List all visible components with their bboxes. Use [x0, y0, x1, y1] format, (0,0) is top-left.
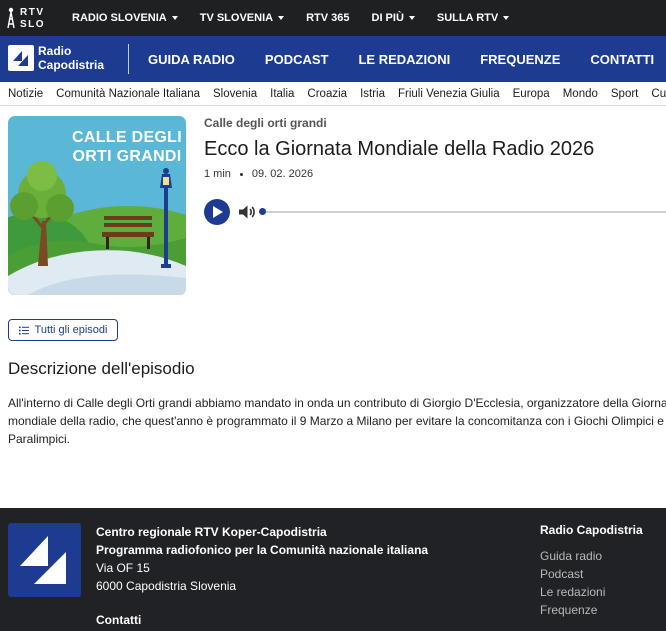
category-item[interactable]: Friuli Venezia Giulia	[398, 88, 500, 100]
progress-handle[interactable]	[259, 208, 266, 215]
category-item[interactable]: Cultura	[651, 88, 666, 100]
list-icon	[18, 326, 29, 334]
antenna-icon	[7, 7, 15, 29]
footer-link-le-redazioni[interactable]: Le redazioni	[540, 583, 643, 601]
progress-track[interactable]	[262, 211, 666, 213]
footer-links-column: Radio Capodistria Guida radio Podcast Le…	[540, 523, 643, 619]
nav-frequenze[interactable]: FREQUENZE	[480, 52, 560, 67]
brand-line-2: Capodistria	[38, 58, 105, 72]
volume-icon[interactable]	[238, 204, 256, 220]
footer-street: Via OF 15	[96, 561, 150, 575]
category-item[interactable]: Croazia	[307, 88, 347, 100]
topnav-label: RADIO SLOVENIA	[72, 12, 167, 24]
nav-contatti[interactable]: CONTATTI	[590, 52, 654, 67]
logo-shape-icon	[20, 536, 66, 584]
nav-le-redazioni[interactable]: LE REDAZIONI	[358, 52, 450, 67]
footer-link-frequenze[interactable]: Frequenze	[540, 601, 643, 619]
brand-name[interactable]: Radio Capodistria	[38, 44, 104, 72]
radio-capodistria-logo-icon[interactable]	[8, 45, 34, 71]
all-episodes-label: Tutti gli episodi	[34, 324, 108, 336]
logo-line-1: RTV	[20, 7, 45, 18]
top-bar: RTV SLO RADIO SLOVENIA TV SLOVENIA RTV 3…	[0, 0, 666, 36]
topnav-rtv365[interactable]: RTV 365	[306, 12, 349, 24]
topnav-label: SULLA RTV	[436, 12, 499, 24]
episode-date: 09. 02. 2026	[251, 168, 314, 180]
episode-duration: 1 min	[204, 168, 231, 180]
chevron-down-icon	[503, 16, 510, 20]
topnav-tv-slovenia[interactable]: TV SLOVENIA	[199, 12, 285, 24]
episode-title: Ecco la Giornata Mondiale della Radio 20…	[204, 138, 595, 160]
show-name-link[interactable]: Calle degli orti grandi	[204, 116, 327, 130]
category-item[interactable]: Comunità Nazionale Italiana	[56, 88, 200, 100]
topnav-label: DI PIÙ	[371, 12, 404, 24]
chevron-down-icon	[171, 16, 178, 20]
radio-header: Radio Capodistria GUIDA RADIO PODCAST LE…	[0, 36, 666, 82]
podcast-cover-image: CALLE DEGLI ORTI GRANDI	[8, 116, 186, 295]
description-heading: Descrizione dell'episodio	[8, 359, 195, 378]
category-item[interactable]: Slovenia	[213, 88, 257, 100]
footer: Centro regionale RTV Koper-Capodistria P…	[0, 508, 666, 631]
chevron-down-icon	[408, 16, 415, 20]
footer-city: 6000 Capodistria Slovenia	[96, 579, 237, 593]
footer-column-title: Radio Capodistria	[540, 523, 643, 537]
category-item[interactable]: Sport	[611, 88, 639, 100]
rtv-slo-logo[interactable]: RTV SLO	[6, 5, 46, 31]
topnav-radio-slovenia[interactable]: RADIO SLOVENIA	[72, 12, 178, 24]
footer-address: Centro regionale RTV Koper-Capodistria P…	[96, 523, 428, 595]
category-item[interactable]: Mondo	[563, 88, 598, 100]
chevron-down-icon	[278, 16, 285, 20]
header-divider	[128, 44, 129, 74]
category-item[interactable]: Europa	[513, 88, 550, 100]
play-icon	[213, 206, 223, 218]
description-text: All'interno di Calle degli Orti grandi a…	[8, 396, 666, 446]
nav-guida-radio[interactable]: GUIDA RADIO	[148, 52, 235, 67]
category-item[interactable]: Istria	[360, 88, 385, 100]
main-nav: GUIDA RADIO PODCAST LE REDAZIONI FREQUEN…	[148, 36, 666, 82]
brand-line-1: Radio	[38, 44, 72, 58]
footer-org-line-1: Centro regionale RTV Koper-Capodistria	[96, 525, 327, 539]
cover-title: CALLE DEGLI ORTI GRANDI	[72, 129, 182, 165]
top-nav: RADIO SLOVENIA TV SLOVENIA RTV 365 DI PI…	[72, 0, 531, 36]
category-item[interactable]: Notizie	[8, 88, 43, 100]
category-item[interactable]: Italia	[270, 88, 294, 100]
footer-contacts-heading: Contatti	[96, 613, 142, 627]
logo-shape-icon	[13, 51, 28, 66]
topnav-label: TV SLOVENIA	[199, 12, 274, 24]
separator-dot	[239, 172, 243, 176]
topnav-label: RTV 365	[306, 12, 350, 24]
category-nav: Notizie Comunità Nazionale Italiana Slov…	[0, 82, 666, 106]
nav-podcast[interactable]: PODCAST	[265, 52, 329, 67]
topnav-di-piu[interactable]: DI PIÙ	[372, 12, 415, 24]
footer-link-guida-radio[interactable]: Guida radio	[540, 547, 643, 565]
footer-logo-icon[interactable]	[8, 523, 81, 597]
logo-line-2: SLO	[20, 19, 46, 30]
episode-meta: 1 min 09. 02. 2026	[204, 168, 313, 180]
footer-link-podcast[interactable]: Podcast	[540, 565, 643, 583]
all-episodes-button[interactable]: Tutti gli episodi	[8, 319, 118, 341]
topnav-sulla-rtv[interactable]: SULLA RTV	[436, 12, 510, 24]
footer-org-line-2: Programma radiofonico per la Comunità na…	[96, 543, 429, 557]
play-button[interactable]	[204, 199, 230, 225]
